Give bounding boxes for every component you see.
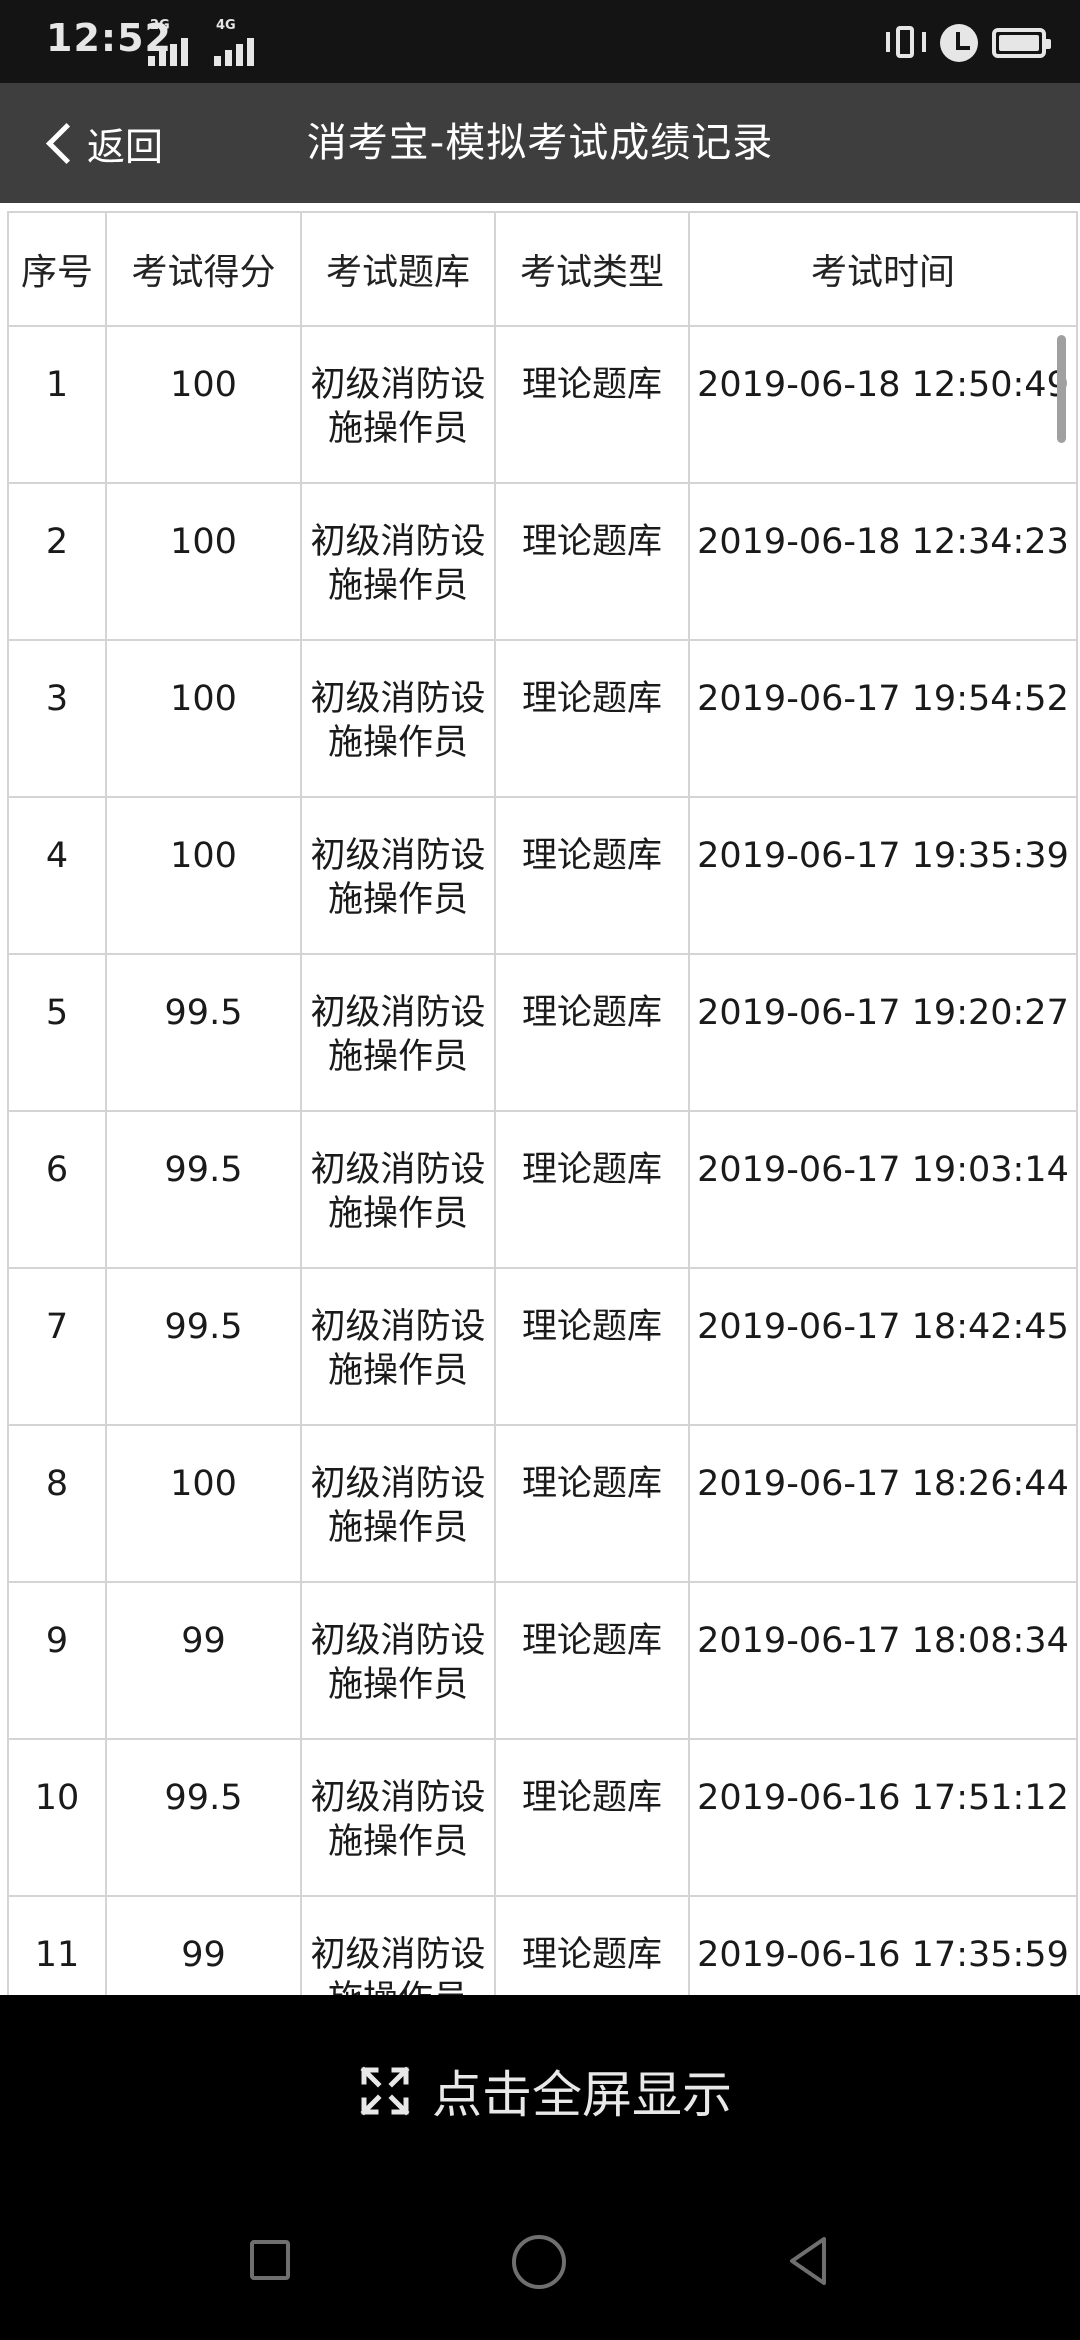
cell-score: 100 bbox=[105, 796, 302, 955]
cell-type: 理论题库 bbox=[494, 639, 690, 798]
home-icon[interactable] bbox=[512, 2235, 566, 2289]
status-bar: 12:52 2G 4G bbox=[0, 0, 1080, 83]
cell-time: 2019-06-16 17:35:59 bbox=[688, 1895, 1078, 1995]
vibrate-icon bbox=[886, 24, 926, 62]
back-label: 返回 bbox=[87, 124, 164, 169]
column-header-score: 考试得分 bbox=[105, 211, 302, 327]
cell-bank: 初级消防设施操作员 bbox=[300, 1738, 496, 1897]
cell-time: 2019-06-17 19:03:14 bbox=[688, 1110, 1078, 1269]
cell-time: 2019-06-17 18:42:45 bbox=[688, 1267, 1078, 1426]
cell-time: 2019-06-17 18:26:44 bbox=[688, 1424, 1078, 1583]
fullscreen-button[interactable]: 点击全屏显示 bbox=[360, 2055, 732, 2127]
cell-time: 2019-06-17 19:20:27 bbox=[688, 953, 1078, 1112]
records-table: 序号 考试得分 考试题库 考试类型 考试时间 1 100 初级消防设施操作员 理论题库… bbox=[7, 211, 1078, 1995]
cell-time: 2019-06-17 19:35:39 bbox=[688, 796, 1078, 955]
cell-index: 10 bbox=[7, 1738, 107, 1897]
network-type-2g: 2G bbox=[150, 18, 170, 33]
cell-bank: 初级消防设施操作员 bbox=[300, 953, 496, 1112]
signal-4g-icon: 4G bbox=[214, 18, 260, 66]
cell-bank: 初级消防设施操作员 bbox=[300, 1581, 496, 1740]
cell-score: 99.5 bbox=[105, 1267, 302, 1426]
cell-index: 5 bbox=[7, 953, 107, 1112]
cell-time: 2019-06-18 12:34:23 bbox=[688, 482, 1078, 641]
cell-type: 理论题库 bbox=[494, 482, 690, 641]
cell-score: 99.5 bbox=[105, 1110, 302, 1269]
navigation-bar bbox=[0, 2195, 1080, 2340]
cell-type: 理论题库 bbox=[494, 1581, 690, 1740]
cell-type: 理论题库 bbox=[494, 325, 690, 484]
column-header-index: 序号 bbox=[7, 211, 107, 327]
table-row[interactable]: 1199初级消防设施操作员理论题库2019-06-16 17:35:59 bbox=[7, 1895, 1078, 1995]
cell-index: 11 bbox=[7, 1895, 107, 1995]
cell-score: 99.5 bbox=[105, 1738, 302, 1897]
cell-bank: 初级消防设施操作员 bbox=[300, 796, 496, 955]
cell-type: 理论题库 bbox=[494, 1110, 690, 1269]
cell-index: 3 bbox=[7, 639, 107, 798]
cell-index: 8 bbox=[7, 1424, 107, 1583]
cell-bank: 初级消防设施操作员 bbox=[300, 639, 496, 798]
cell-type: 理论题库 bbox=[494, 1895, 690, 1995]
cell-type: 理论题库 bbox=[494, 796, 690, 955]
table-row[interactable]: 9 99 初级消防设施操作员 理论题库 2019-06-17 18:08:34 bbox=[7, 1581, 1078, 1740]
column-header-time: 考试时间 bbox=[688, 211, 1078, 327]
cell-type: 理论题库 bbox=[494, 1267, 690, 1426]
cell-bank: 初级消防设施操作员 bbox=[300, 1895, 496, 1995]
chevron-left-icon bbox=[45, 122, 88, 164]
cell-score: 100 bbox=[105, 639, 302, 798]
cell-index: 7 bbox=[7, 1267, 107, 1426]
cell-time: 2019-06-16 17:51:12 bbox=[688, 1738, 1078, 1897]
cell-bank: 初级消防设施操作员 bbox=[300, 1110, 496, 1269]
recents-icon[interactable] bbox=[250, 2240, 290, 2280]
cell-bank: 初级消防设施操作员 bbox=[300, 482, 496, 641]
title-bar: 消考宝-模拟考试成绩记录 返回 bbox=[0, 83, 1080, 203]
cell-index: 1 bbox=[7, 325, 107, 484]
table-row[interactable]: 1 100 初级消防设施操作员 理论题库 2019-06-18 12:50:49 bbox=[7, 325, 1078, 484]
cell-index: 4 bbox=[7, 796, 107, 955]
fullscreen-bar: 点击全屏显示 bbox=[0, 1995, 1080, 2195]
cell-score: 99 bbox=[105, 1895, 302, 1995]
table-row[interactable]: 7 99.5 初级消防设施操作员 理论题库 2019-06-17 18:42:45 bbox=[7, 1267, 1078, 1426]
cell-type: 理论题库 bbox=[494, 953, 690, 1112]
table-row[interactable]: 2 100 初级消防设施操作员 理论题库 2019-06-18 12:34:23 bbox=[7, 482, 1078, 641]
cell-score: 100 bbox=[105, 1424, 302, 1583]
cell-score: 100 bbox=[105, 325, 302, 484]
column-header-type: 考试类型 bbox=[494, 211, 690, 327]
cell-bank: 初级消防设施操作员 bbox=[300, 1267, 496, 1426]
cell-time: 2019-06-17 18:08:34 bbox=[688, 1581, 1078, 1740]
back-button[interactable]: 返回 bbox=[40, 83, 163, 203]
table-row[interactable]: 4 100 初级消防设施操作员 理论题库 2019-06-17 19:35:39 bbox=[7, 796, 1078, 955]
cell-time: 2019-06-18 12:50:49 bbox=[688, 325, 1078, 484]
table-row[interactable]: 10 99.5 初级消防设施操作员 理论题库 2019-06-16 17:51:12 bbox=[7, 1738, 1078, 1897]
cell-score: 99.5 bbox=[105, 953, 302, 1112]
table-row[interactable]: 8 100 初级消防设施操作员 理论题库 2019-06-17 18:26:44 bbox=[7, 1424, 1078, 1583]
scrollbar-thumb[interactable] bbox=[1057, 335, 1066, 443]
records-table-container[interactable]: 序号 考试得分 考试题库 考试类型 考试时间 1 100 初级消防设施操作员 理论题库… bbox=[0, 203, 1080, 1995]
cell-bank: 初级消防设施操作员 bbox=[300, 325, 496, 484]
table-row[interactable]: 3 100 初级消防设施操作员 理论题库 2019-06-17 19:54:52 bbox=[7, 639, 1078, 798]
cell-index: 9 bbox=[7, 1581, 107, 1740]
alarm-icon bbox=[940, 24, 978, 62]
cell-type: 理论题库 bbox=[494, 1738, 690, 1897]
cell-type: 理论题库 bbox=[494, 1424, 690, 1583]
back-triangle-icon[interactable] bbox=[788, 2235, 828, 2287]
table-row[interactable]: 5 99.5 初级消防设施操作员 理论题库 2019-06-17 19:20:27 bbox=[7, 953, 1078, 1112]
fullscreen-label: 点击全屏显示 bbox=[432, 2066, 732, 2124]
signal-2g-icon: 2G bbox=[148, 18, 194, 66]
cell-score: 99 bbox=[105, 1581, 302, 1740]
table-header-row: 序号 考试得分 考试题库 考试类型 考试时间 bbox=[7, 211, 1078, 327]
cell-time: 2019-06-17 19:54:52 bbox=[688, 639, 1078, 798]
battery-icon bbox=[992, 28, 1051, 58]
cell-index: 6 bbox=[7, 1110, 107, 1269]
cell-score: 100 bbox=[105, 482, 302, 641]
network-type-4g: 4G bbox=[216, 18, 236, 33]
cell-bank: 初级消防设施操作员 bbox=[300, 1424, 496, 1583]
cell-index: 2 bbox=[7, 482, 107, 641]
expand-icon bbox=[360, 2066, 410, 2116]
column-header-bank: 考试题库 bbox=[300, 211, 496, 327]
table-row[interactable]: 6 99.5 初级消防设施操作员 理论题库 2019-06-17 19:03:14 bbox=[7, 1110, 1078, 1269]
